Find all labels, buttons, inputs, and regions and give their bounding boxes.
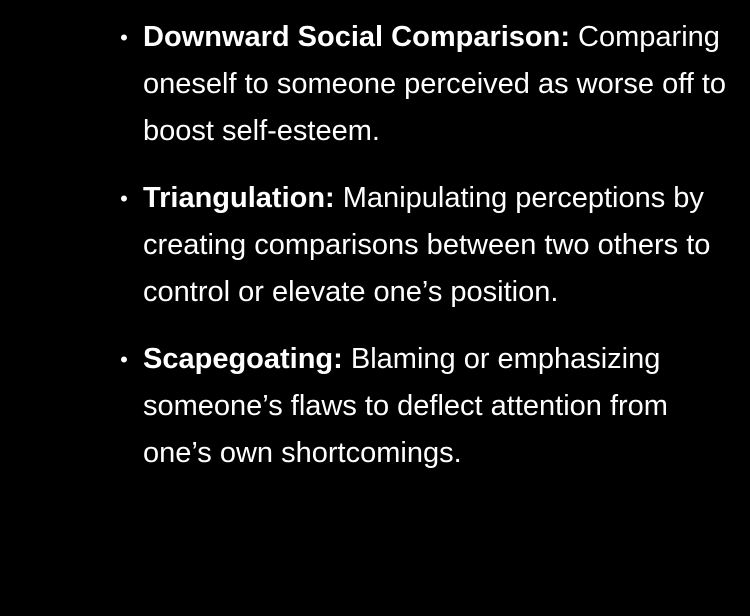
list-item-downward-social-comparison: • Downward Social Comparison: Comparing …	[0, 14, 750, 155]
list-item-scapegoating: • Scapegoating: Blaming or emphasizing s…	[0, 336, 750, 477]
term-label: Scapegoating:	[143, 343, 343, 375]
bullet-list: • Downward Social Comparison: Comparing …	[0, 14, 750, 477]
bullet-dot-icon: •	[120, 347, 128, 372]
bullet-dot-icon: •	[120, 186, 128, 211]
term-label: Downward Social Comparison:	[143, 21, 570, 53]
term-label: Triangulation:	[143, 182, 335, 214]
message-content: • Downward Social Comparison: Comparing …	[0, 14, 750, 477]
bullet-dot-icon: •	[120, 25, 128, 50]
list-item-triangulation: • Triangulation: Manipulating perception…	[0, 175, 750, 316]
